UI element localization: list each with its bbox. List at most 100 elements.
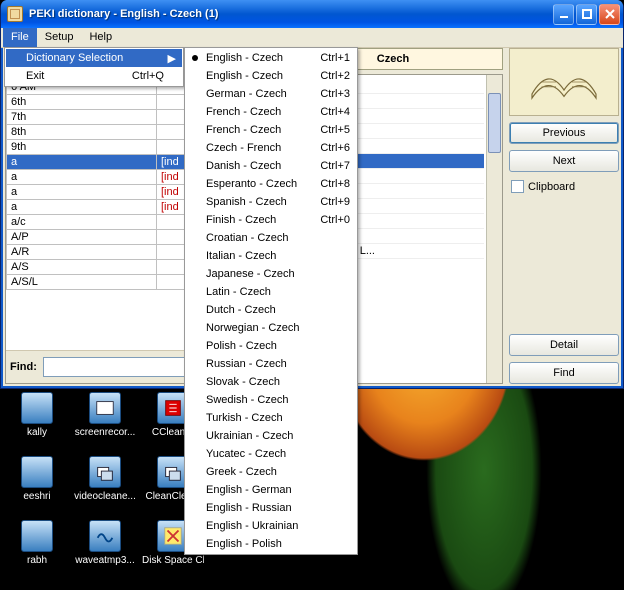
submenu-item[interactable]: Yucatec - Czech bbox=[186, 445, 356, 463]
submenu-label: Danish - Czech bbox=[206, 160, 281, 172]
submenu-label: Spanish - Czech bbox=[206, 196, 287, 208]
submenu-item[interactable]: French - Czech Ctrl+5 bbox=[186, 121, 356, 139]
checkbox-icon bbox=[511, 180, 524, 193]
submenu-shortcut: Ctrl+9 bbox=[310, 196, 350, 208]
desktop-icon[interactable]: rabh bbox=[4, 520, 70, 566]
clipboard-checkbox[interactable]: Clipboard bbox=[509, 178, 619, 195]
clipboard-label: Clipboard bbox=[528, 181, 575, 193]
menuitem-exit[interactable]: Exit Ctrl+Q bbox=[6, 67, 182, 85]
desktop-icon[interactable]: waveatmp3... bbox=[72, 520, 138, 566]
app-icon bbox=[89, 392, 121, 424]
submenu-item[interactable]: Slovak - Czech bbox=[186, 373, 356, 391]
submenu-label: English - Czech bbox=[206, 70, 283, 82]
submenu-item[interactable]: Russian - Czech bbox=[186, 355, 356, 373]
submenu-item[interactable]: Italian - Czech bbox=[186, 247, 356, 265]
submenu-item[interactable]: English - German bbox=[186, 481, 356, 499]
submenu-item[interactable]: Esperanto - CzechCtrl+8 bbox=[186, 175, 356, 193]
word-cell: 8th bbox=[7, 125, 157, 140]
submenu-label: German - Czech bbox=[206, 88, 287, 100]
submenu-shortcut: Ctrl+4 bbox=[310, 106, 350, 118]
menu-file[interactable]: File bbox=[3, 28, 37, 47]
submenu-label: Swedish - Czech bbox=[206, 394, 289, 406]
submenu-item[interactable]: English - Ukrainian bbox=[186, 517, 356, 535]
find-button[interactable]: Find bbox=[509, 362, 619, 384]
desktop-icon[interactable]: kally bbox=[4, 392, 70, 438]
submenu-item[interactable]: Greek - Czech bbox=[186, 463, 356, 481]
submenu-label: Polish - Czech bbox=[206, 340, 277, 352]
actions-pane: Previous Next Clipboard Detail Find bbox=[509, 48, 619, 384]
scrollbar-thumb[interactable] bbox=[488, 93, 501, 153]
word-cell: 9th bbox=[7, 140, 157, 155]
submenu-item[interactable]: English - Czech Ctrl+2 bbox=[186, 67, 356, 85]
menuitem-label: Dictionary Selection bbox=[26, 52, 123, 64]
submenu-item[interactable]: Danish - Czech Ctrl+7 bbox=[186, 157, 356, 175]
submenu-label: Yucatec - Czech bbox=[206, 448, 286, 460]
submenu-item[interactable]: Croatian - Czech bbox=[186, 229, 356, 247]
word-cell: a bbox=[7, 170, 157, 185]
word-cell: 6th bbox=[7, 95, 157, 110]
submenu-item[interactable]: Finish - CzechCtrl+0 bbox=[186, 211, 356, 229]
submenu-item[interactable]: Swedish - Czech bbox=[186, 391, 356, 409]
maximize-button[interactable] bbox=[576, 4, 597, 25]
menubar: File Setup Help bbox=[1, 28, 623, 48]
submenu-label: Slovak - Czech bbox=[206, 376, 280, 388]
word-cell: a/c bbox=[7, 215, 157, 230]
scrollbar[interactable] bbox=[486, 75, 502, 383]
previous-button[interactable]: Previous bbox=[509, 122, 619, 144]
menu-setup[interactable]: Setup bbox=[37, 28, 82, 47]
submenu-item[interactable]: Latin - Czech bbox=[186, 283, 356, 301]
desktop-icon-label: Disk Space Clean Clear bbox=[142, 555, 204, 566]
close-button[interactable] bbox=[599, 4, 620, 25]
menu-help[interactable]: Help bbox=[81, 28, 120, 47]
app-icon bbox=[89, 456, 121, 488]
titlebar[interactable]: PEKI dictionary - English - Czech (1) bbox=[1, 0, 623, 28]
dictionary-submenu: English - CzechCtrl+1English - CzechCtrl… bbox=[184, 47, 358, 555]
minimize-button[interactable] bbox=[553, 4, 574, 25]
desktop-icon[interactable]: screenrecor... bbox=[72, 392, 138, 438]
file-menu-dropdown: Dictionary Selection ▶ Exit Ctrl+Q bbox=[4, 47, 184, 87]
submenu-shortcut: Ctrl+7 bbox=[310, 160, 350, 172]
window-title: PEKI dictionary - English - Czech (1) bbox=[29, 8, 547, 20]
submenu-item[interactable]: Spanish - Czech Ctrl+9 bbox=[186, 193, 356, 211]
submenu-item[interactable]: Norwegian - Czech bbox=[186, 319, 356, 337]
app-icon bbox=[21, 392, 53, 424]
submenu-item[interactable]: Dutch - Czech bbox=[186, 301, 356, 319]
submenu-item[interactable]: Turkish - Czech bbox=[186, 409, 356, 427]
desktop-icon-label: kally bbox=[27, 427, 47, 438]
word-cell: A/R bbox=[7, 245, 157, 260]
desktop-icon[interactable]: eeshri bbox=[4, 456, 70, 502]
app-icon bbox=[89, 520, 121, 552]
next-button[interactable]: Next bbox=[509, 150, 619, 172]
word-cell: A/P bbox=[7, 230, 157, 245]
submenu-label: Turkish - Czech bbox=[206, 412, 283, 424]
desktop-icon-label: screenrecor... bbox=[75, 427, 136, 438]
app-icon bbox=[21, 520, 53, 552]
submenu-shortcut: Ctrl+2 bbox=[310, 70, 350, 82]
submenu-item[interactable]: French - Czech Ctrl+4 bbox=[186, 103, 356, 121]
submenu-item[interactable]: Polish - Czech bbox=[186, 337, 356, 355]
desktop-icon-label: rabh bbox=[27, 555, 47, 566]
submenu-item[interactable]: English - Russian bbox=[186, 499, 356, 517]
detail-button[interactable]: Detail bbox=[509, 334, 619, 356]
desktop-icon-label: waveatmp3... bbox=[75, 555, 134, 566]
submenu-item[interactable]: German - Czech Ctrl+3 bbox=[186, 85, 356, 103]
submenu-item[interactable]: English - CzechCtrl+1 bbox=[186, 49, 356, 67]
submenu-shortcut: Ctrl+1 bbox=[310, 52, 350, 64]
menuitem-shortcut: Ctrl+Q bbox=[112, 70, 164, 82]
submenu-shortcut: Ctrl+0 bbox=[310, 214, 350, 226]
word-cell: A/S bbox=[7, 260, 157, 275]
book-icon bbox=[509, 48, 619, 116]
submenu-label: English - Ukrainian bbox=[206, 520, 298, 532]
submenu-item[interactable]: Japanese - Czech bbox=[186, 265, 356, 283]
submenu-shortcut: Ctrl+6 bbox=[310, 142, 350, 154]
menuitem-dictionary-selection[interactable]: Dictionary Selection ▶ bbox=[6, 49, 182, 67]
submenu-shortcut: Ctrl+3 bbox=[310, 88, 350, 100]
submenu-label: French - Czech bbox=[206, 124, 281, 136]
submenu-item[interactable]: English - Polish bbox=[186, 535, 356, 553]
submenu-item[interactable]: Ukrainian - Czech bbox=[186, 427, 356, 445]
desktop-icon[interactable]: videocleane... bbox=[72, 456, 138, 502]
submenu-shortcut: Ctrl+5 bbox=[310, 124, 350, 136]
submenu-label: French - Czech bbox=[206, 106, 281, 118]
submenu-item[interactable]: Czech - FrenchCtrl+6 bbox=[186, 139, 356, 157]
desktop-icon-label: videocleane... bbox=[74, 491, 136, 502]
